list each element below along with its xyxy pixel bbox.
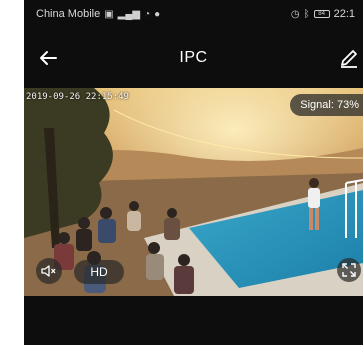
status-bar: China Mobile ▣ ▂▄▆ ◔ ● ◷ ᛒ 84 22:1 <box>24 0 363 28</box>
sim-icon: ▣ <box>104 8 114 20</box>
quality-button[interactable]: HD <box>74 260 124 284</box>
back-button[interactable] <box>34 44 62 72</box>
fullscreen-button[interactable] <box>337 258 361 282</box>
video-timestamp: 2019-09-26 22:15:49 <box>26 92 129 102</box>
arrow-left-icon <box>40 51 57 65</box>
signal-badge: Signal: 73% <box>290 94 363 116</box>
chat-icon: ● <box>154 8 161 20</box>
alarm-icon: ◷ <box>290 8 300 20</box>
status-right: ◷ ᛒ 84 22:1 <box>291 8 355 20</box>
status-left: China Mobile ▣ ▂▄▆ ◔ ● <box>36 8 160 20</box>
battery-icon: 84 <box>313 10 330 18</box>
edit-button[interactable] <box>335 44 363 72</box>
signal-bars-icon: ▂▄▆ <box>117 8 141 20</box>
wifi-icon: ◔ <box>144 8 151 20</box>
bluetooth-icon: ᛒ <box>303 8 310 20</box>
fullscreen-icon <box>342 263 356 277</box>
app-screen: China Mobile ▣ ▂▄▆ ◔ ● ◷ ᛒ 84 22:1 IPC 2… <box>24 0 363 345</box>
mute-button[interactable] <box>36 258 62 284</box>
pencil-icon <box>341 50 357 68</box>
speaker-muted-icon <box>41 265 56 277</box>
clock-label: 22:1 <box>333 8 355 20</box>
top-bar: IPC <box>24 36 363 80</box>
carrier-label: China Mobile <box>36 8 101 20</box>
live-video-view[interactable]: 2019-09-26 22:15:49 Signal: 73% HD <box>24 88 363 296</box>
page-title: IPC <box>179 49 208 66</box>
